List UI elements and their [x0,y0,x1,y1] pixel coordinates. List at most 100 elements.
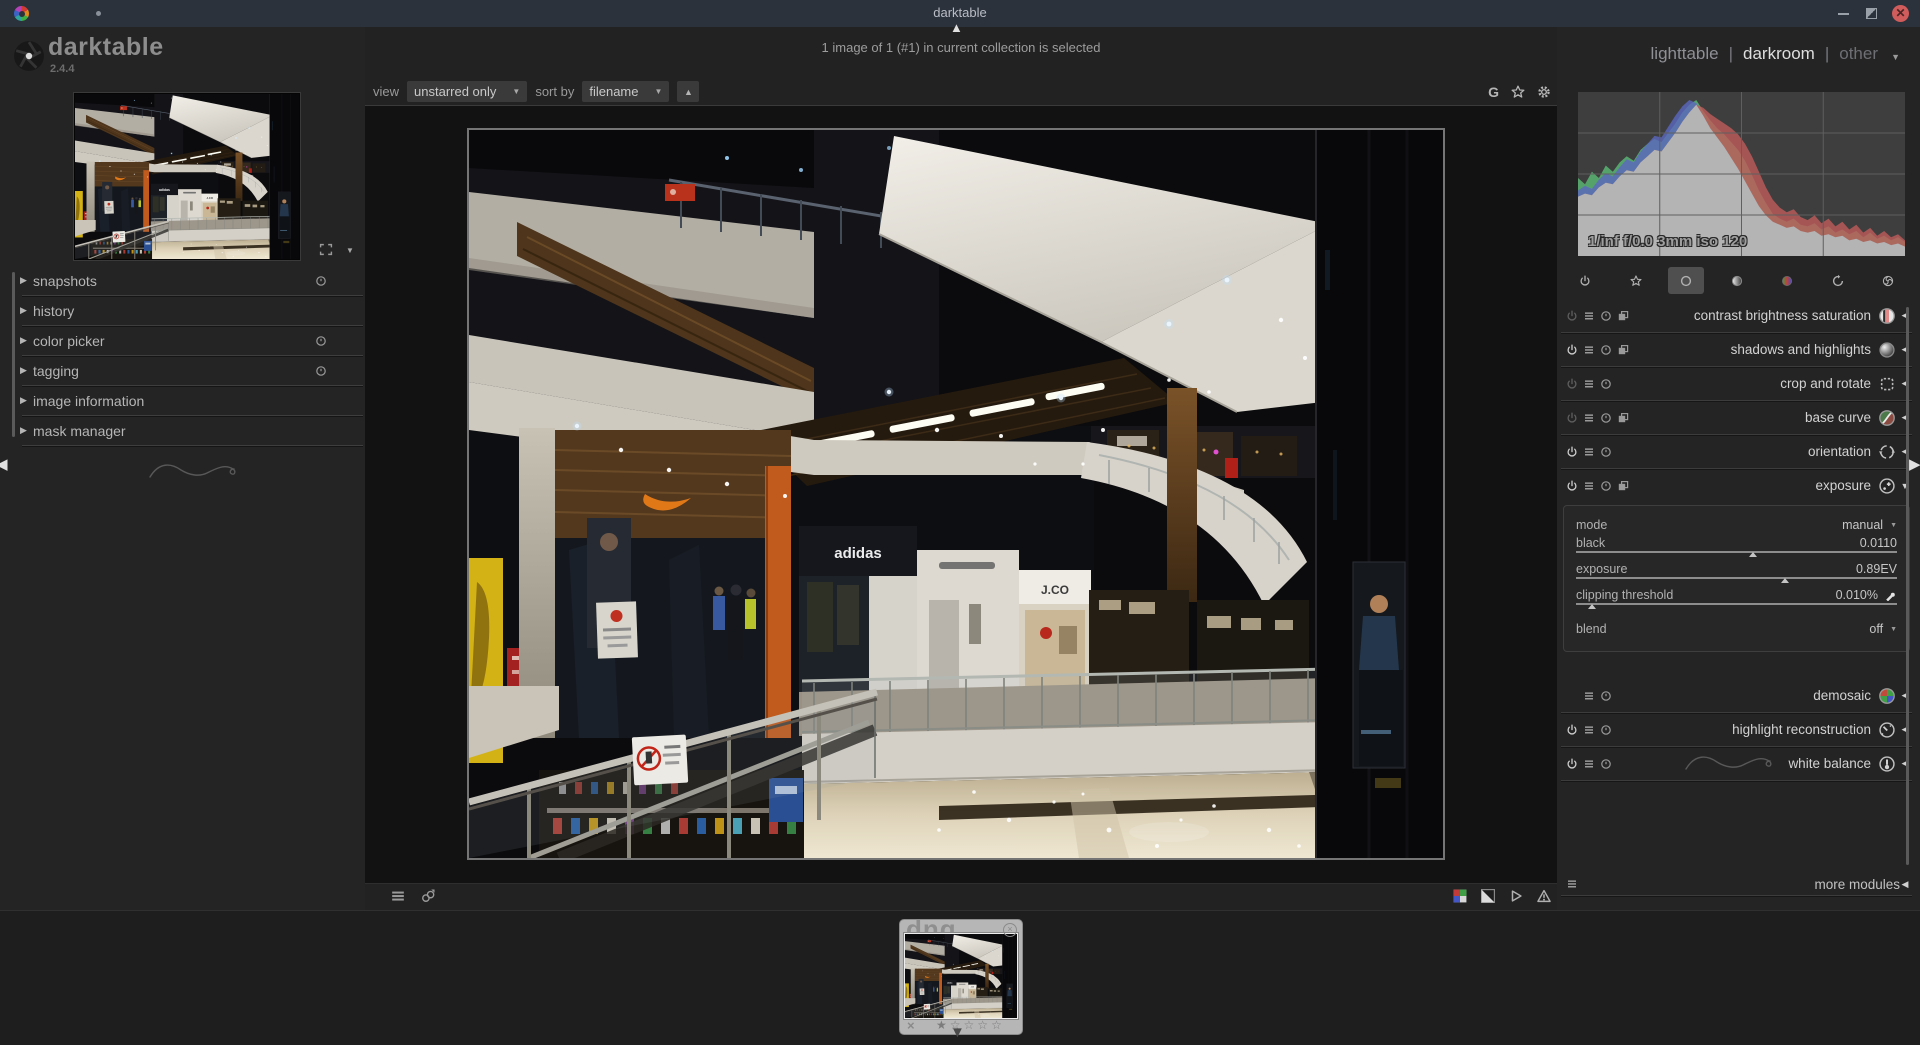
module-name[interactable]: exposure [1815,478,1871,493]
zoom-level-caret-icon[interactable]: ▼ [346,246,354,255]
reset-icon[interactable] [1599,723,1613,737]
reset-icon[interactable] [1599,479,1613,493]
presets-menu-icon[interactable] [1582,411,1596,425]
color-picker-icon[interactable] [1885,589,1897,601]
maximize-button[interactable] [1866,8,1877,19]
presets-menu-icon[interactable] [1582,343,1596,357]
reset-icon[interactable] [1599,377,1613,391]
minimize-button[interactable] [1838,13,1849,15]
reset-icon[interactable] [315,275,327,287]
module-name[interactable]: demosaic [1813,688,1871,703]
module-power-icon[interactable] [1565,411,1579,425]
gamut-check-icon[interactable] [1537,889,1551,903]
reset-icon[interactable] [1599,689,1613,703]
module-name[interactable]: orientation [1808,444,1871,459]
slider-black[interactable] [1576,550,1897,558]
module-group-correction[interactable] [1820,267,1856,294]
expand-right-panel-arrow[interactable]: ▶ [1909,455,1920,473]
more-modules-label[interactable]: more modules [1814,877,1900,892]
module-base-curve[interactable]: base curve ◀ [1559,401,1914,434]
view-filter-dropdown[interactable]: unstarred only ▼ [407,81,527,102]
slider-clipping-threshold[interactable] [1576,602,1897,610]
star-icon[interactable]: ☆ [977,1018,988,1032]
reset-icon[interactable] [1599,309,1613,323]
zoom-fit-icon[interactable] [318,243,334,256]
presets-menu-icon[interactable] [1582,723,1596,737]
reset-icon[interactable] [1599,411,1613,425]
module-shadows-and-highlights[interactable]: shadows and highlights ◀ [1559,333,1914,366]
sidebar-section-history[interactable]: ▶ history [0,296,365,325]
presets-menu-icon[interactable] [1582,309,1596,323]
main-image-photo[interactable] [467,128,1445,860]
presets-menu-icon[interactable] [1565,877,1579,891]
tab-other[interactable]: other [1839,44,1878,64]
presets-menu-icon[interactable] [1582,757,1596,771]
module-name[interactable]: white balance [1788,756,1871,771]
slider-marker[interactable] [1749,552,1757,557]
raw-overexposure-icon[interactable] [1453,889,1467,903]
module-name[interactable]: crop and rotate [1780,376,1871,391]
slider-marker[interactable] [1588,604,1596,609]
multi-instance-icon[interactable] [1616,309,1630,323]
grouping-icon[interactable]: G [1488,84,1499,100]
module-group-color[interactable] [1769,267,1805,294]
sidebar-section-snapshots[interactable]: ▶ snapshots [0,266,365,295]
overexposure-icon[interactable] [1481,889,1495,903]
reset-icon[interactable] [1599,343,1613,357]
module-name[interactable]: base curve [1805,410,1871,425]
module-group-basic[interactable] [1668,267,1704,294]
right-scrollbar[interactable] [1906,307,1909,865]
module-power-icon[interactable] [1565,445,1579,459]
collapse-left-panel-arrow[interactable]: ◀ [0,455,8,473]
tab-lighttable[interactable]: lighttable [1651,44,1719,64]
star-icon[interactable]: ☆ [991,1018,1002,1032]
presets-menu-icon[interactable] [1582,445,1596,459]
module-demosaic[interactable]: demosaic ◀ [1559,679,1914,712]
star-rating[interactable]: ★☆☆☆☆ [936,1018,1002,1032]
close-button[interactable]: ✕ [1892,5,1909,22]
more-modules-row[interactable]: more modules ◀ [1559,873,1914,896]
combo-mode[interactable]: mode manual ▼ [1576,515,1897,535]
collapse-top-panel-arrow[interactable]: ▲ [950,20,963,35]
module-name[interactable]: contrast brightness saturation [1694,308,1871,323]
tab-darkroom[interactable]: darkroom [1743,44,1815,64]
star-icon[interactable]: ☆ [964,1018,975,1032]
module-power-icon[interactable] [1565,343,1579,357]
multi-instance-icon[interactable] [1616,479,1630,493]
reset-icon[interactable] [315,335,327,347]
combo-blend[interactable]: blend off ▼ [1576,619,1897,639]
module-name[interactable]: shadows and highlights [1731,342,1871,357]
module-crop-and-rotate[interactable]: crop and rotate ◀ [1559,367,1914,400]
gear-icon[interactable] [1537,85,1551,99]
module-name[interactable]: highlight reconstruction [1732,722,1871,737]
module-orientation[interactable]: orientation ◀ [1559,435,1914,468]
second-window-icon[interactable] [421,889,435,903]
mode-switcher-caret-icon[interactable]: ▼ [1891,52,1900,62]
sort-dropdown[interactable]: filename ▼ [582,81,669,102]
slider-exposure[interactable] [1576,576,1897,584]
overlays-star-icon[interactable] [1511,85,1525,99]
sidebar-section-mask-manager[interactable]: ▶ mask manager [0,416,365,445]
module-power-icon[interactable] [1565,309,1579,323]
sidebar-section-color-picker[interactable]: ▶ color picker [0,326,365,355]
filmstrip-thumbnail-card[interactable]: dng × × ★☆☆☆☆ [899,919,1023,1035]
multi-instance-icon[interactable] [1616,411,1630,425]
star-icon[interactable]: ★ [936,1018,947,1032]
navigation-thumbnail[interactable] [74,93,300,260]
multi-instance-icon[interactable] [1616,343,1630,357]
reset-icon[interactable] [315,365,327,377]
sidebar-section-image-information[interactable]: ▶ image information [0,386,365,415]
module-power-icon[interactable] [1565,757,1579,771]
slider-marker[interactable] [1781,578,1789,583]
darkroom-canvas[interactable] [365,105,1557,884]
module-highlight-reconstruction[interactable]: highlight reconstruction ◀ [1559,713,1914,746]
module-contrast-brightness-saturation[interactable]: contrast brightness saturation ◀ [1559,299,1914,332]
sidebar-section-tagging[interactable]: ▶ tagging [0,356,365,385]
module-power-icon[interactable] [1565,377,1579,391]
histogram[interactable]: 1/inf f/0.0 3mm iso 120 [1578,92,1905,256]
module-exposure[interactable]: exposure ▼ [1559,469,1914,502]
collapse-bottom-panel-arrow[interactable]: ▼ [950,1024,965,1041]
left-scrollbar[interactable] [12,272,15,437]
presets-menu-icon[interactable] [1582,689,1596,703]
filmstrip-thumbnail-image[interactable] [904,933,1018,1019]
